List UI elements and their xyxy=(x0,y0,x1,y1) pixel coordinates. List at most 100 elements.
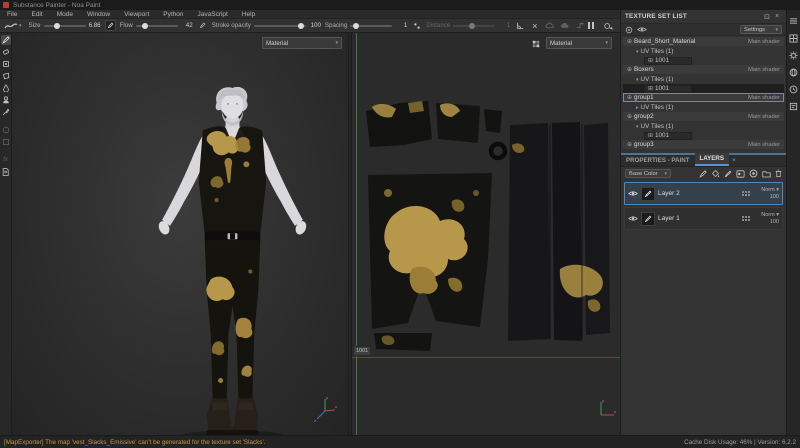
flow-value[interactable]: 42 xyxy=(181,22,193,29)
layer-thumbnail[interactable] xyxy=(641,187,655,201)
layer-name[interactable]: Layer 1 xyxy=(658,215,739,222)
layer-thumbnail[interactable] xyxy=(641,212,655,226)
layer-name[interactable]: Layer 2 xyxy=(658,190,739,197)
layer-row-selected[interactable]: Layer 2 Norm ▾ 100 xyxy=(624,182,783,205)
uv-tiles-row[interactable]: ▾ UV Tiles (1) xyxy=(623,47,784,56)
dock-log-icon[interactable] xyxy=(789,101,799,111)
paint-tool-button[interactable] xyxy=(1,35,11,45)
distance-slider[interactable] xyxy=(453,25,495,27)
camera-rotation-button[interactable] xyxy=(602,20,613,31)
uv-tiles-row[interactable]: ▾ UV Tiles (1) xyxy=(623,122,784,131)
spacing-slider[interactable] xyxy=(350,25,392,27)
reset-brush-button[interactable] xyxy=(574,20,585,31)
upload-brush-button[interactable] xyxy=(544,20,555,31)
eraser-tool-button[interactable] xyxy=(1,47,11,57)
flow-pressure-toggle[interactable] xyxy=(197,20,208,31)
menu-javascript[interactable]: JavaScript xyxy=(191,11,235,18)
menu-mode[interactable]: Mode xyxy=(50,11,80,18)
uv-tile-row[interactable]: ⊞1001 xyxy=(623,56,784,65)
spacing-value[interactable]: 1 xyxy=(395,22,407,29)
uv-axis-v-line xyxy=(356,33,357,435)
menu-edit[interactable]: Edit xyxy=(24,11,49,18)
menu-file[interactable]: File xyxy=(0,11,24,18)
add-smart-material-icon[interactable] xyxy=(749,169,758,178)
size-slider[interactable] xyxy=(44,25,86,27)
projection-tool-button[interactable] xyxy=(1,59,11,69)
settings-dropdown[interactable]: Settings ▾ xyxy=(740,25,782,34)
3d-view-mode-dropdown[interactable]: Material ▾ xyxy=(262,37,342,49)
brush-preset-selector[interactable]: ▾ xyxy=(4,22,22,30)
size-value[interactable]: 6.86 xyxy=(89,22,101,29)
eye-icon[interactable] xyxy=(637,26,647,33)
texture-set-row-selected[interactable]: ⊕ group1 Main shader xyxy=(623,93,784,102)
texture-set-row[interactable]: ⊕ Beard_Short_Material Main shader xyxy=(623,37,784,46)
shader-link[interactable]: Main shader xyxy=(748,114,780,120)
add-folder-icon[interactable] xyxy=(762,170,771,178)
layer-opacity[interactable]: 100 xyxy=(770,219,779,225)
close-tab-icon[interactable]: × xyxy=(729,155,739,166)
menu-python[interactable]: Python xyxy=(156,11,190,18)
export-log-button[interactable] xyxy=(1,167,11,177)
2d-channels-button[interactable] xyxy=(530,38,541,49)
dock-uv-tiles-icon[interactable] xyxy=(789,33,799,43)
shader-link[interactable]: Main shader xyxy=(748,39,780,45)
material-picker-tool-button[interactable] xyxy=(1,107,11,117)
size-pressure-toggle[interactable] xyxy=(105,20,116,31)
pause-engine-button[interactable] xyxy=(585,20,596,31)
menu-viewport[interactable]: Viewport xyxy=(117,11,156,18)
dock-history-icon[interactable] xyxy=(789,84,799,94)
tab-properties-paint[interactable]: PROPERTIES - PAINT xyxy=(621,155,695,166)
menu-window[interactable]: Window xyxy=(80,11,117,18)
alignment-button[interactable] xyxy=(514,20,525,31)
smudge-tool-button[interactable] xyxy=(1,83,11,93)
menu-help[interactable]: Help xyxy=(235,11,262,18)
eye-icon[interactable] xyxy=(628,215,638,222)
viewport-2d[interactable]: 1001 Material ▾ y x xyxy=(352,33,620,435)
flow-slider[interactable] xyxy=(136,25,178,27)
layer-opacity[interactable]: 100 xyxy=(770,194,779,200)
chevron-down-icon: ▾ xyxy=(775,27,778,33)
uv-tile-row-active[interactable]: ⊞1001 xyxy=(623,84,784,93)
viewport-3d[interactable]: Material ▾ xyxy=(12,33,348,435)
shader-link[interactable]: Main shader xyxy=(748,67,780,73)
add-smart-mask-icon[interactable] xyxy=(736,170,745,178)
close-panel-button[interactable]: × xyxy=(772,13,782,20)
stroke-opacity-value[interactable]: 100 xyxy=(309,22,321,29)
circle-mask-tool-button[interactable] xyxy=(1,125,11,135)
add-fill-layer-icon[interactable] xyxy=(711,169,720,178)
stroke-options-button[interactable] xyxy=(411,20,422,31)
dock-texture-set-list-icon[interactable] xyxy=(789,16,799,26)
polygon-fill-tool-button[interactable] xyxy=(1,71,11,81)
character-model[interactable] xyxy=(130,83,335,435)
brush-toolbar: ▾ Size 6.86 Flow 42 Stroke opacity 10 xyxy=(0,19,620,33)
channel-dropdown[interactable]: Base Color ▾ xyxy=(625,169,671,178)
2d-view-mode-dropdown[interactable]: Material ▾ xyxy=(546,37,612,49)
eye-icon[interactable] xyxy=(628,190,638,197)
undock-panel-button[interactable]: ⊡ xyxy=(762,13,772,21)
layer-blend-mode[interactable]: Norm ▾ xyxy=(761,212,779,218)
add-paint-layer-icon[interactable] xyxy=(724,170,732,178)
symmetry-button[interactable]: × xyxy=(529,20,540,31)
download-brush-button[interactable] xyxy=(559,20,570,31)
stroke-opacity-slider[interactable] xyxy=(254,25,306,27)
dock-display-settings-icon[interactable] xyxy=(789,50,799,60)
uv-tiles-row[interactable]: ▾ UV Tiles (1) xyxy=(623,75,784,84)
tab-layers[interactable]: LAYERS xyxy=(695,153,730,166)
uv-tile-row[interactable]: ⊞1001 xyxy=(623,131,784,140)
shader-link[interactable]: Main shader xyxy=(748,95,780,101)
uv-tiles-row[interactable]: ▸ UV Tiles (1) xyxy=(623,103,784,112)
layer-row[interactable]: Layer 1 Norm ▾ 100 xyxy=(624,207,783,230)
texture-set-row[interactable]: ⊕ group2 Main shader xyxy=(623,112,784,121)
texture-set-row[interactable]: ⊕ Boxers Main shader xyxy=(623,65,784,74)
shader-link[interactable]: Main shader xyxy=(748,142,780,148)
rect-mask-tool-button[interactable] xyxy=(1,137,11,147)
clone-tool-button[interactable] xyxy=(1,95,11,105)
layer-blend-mode[interactable]: Norm ▾ xyxy=(761,187,779,193)
dock-shader-settings-icon[interactable] xyxy=(789,67,799,77)
filter-icon[interactable] xyxy=(625,26,633,34)
add-effect-icon[interactable] xyxy=(699,170,707,178)
effects-tool-button[interactable]: fx xyxy=(1,155,11,165)
texture-set-row[interactable]: ⊕ group3 Main shader xyxy=(623,140,784,149)
status-warning-message[interactable]: [MapExporter] The map 'vest_Slacks_Emiss… xyxy=(4,439,684,446)
delete-layer-icon[interactable] xyxy=(775,169,782,178)
